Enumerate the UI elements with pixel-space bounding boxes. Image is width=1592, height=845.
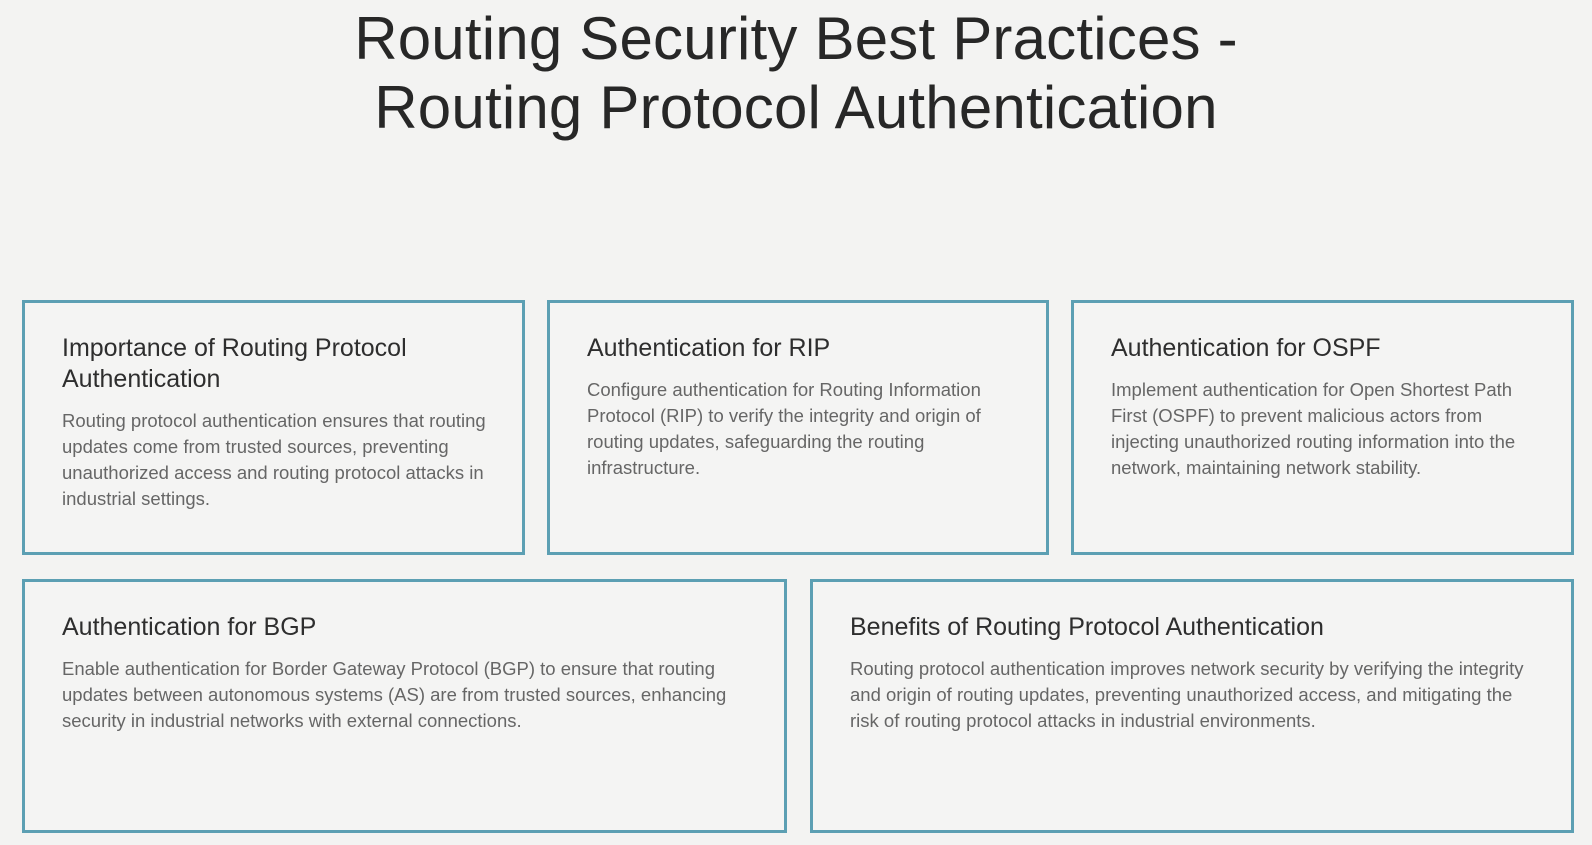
card-heading: Authentication for OSPF — [1111, 334, 1381, 362]
card-heading: Authentication for BGP — [62, 613, 317, 641]
card-body: Routing protocol authentication ensures … — [62, 410, 486, 509]
card-routing-auth-importance: Importance of Routing Protocol Authentic… — [22, 300, 525, 555]
card-rip-authentication: Authentication for RIP Configure authent… — [547, 300, 1049, 555]
card-body: Routing protocol authentication improves… — [850, 658, 1524, 731]
card-heading: Importance of Routing Protocol Authentic… — [62, 334, 407, 393]
card-heading: Authentication for RIP — [587, 334, 831, 362]
card-body: Enable authentication for Border Gateway… — [62, 658, 727, 731]
card-ospf-authentication: Authentication for OSPF Implement authen… — [1071, 300, 1574, 555]
card-body: Configure authentication for Routing Inf… — [587, 379, 981, 478]
slide-title: Routing Security Best Practices - Routin… — [0, 4, 1592, 142]
card-auth-benefits: Benefits of Routing Protocol Authenticat… — [810, 579, 1574, 833]
card-heading: Benefits of Routing Protocol Authenticat… — [850, 613, 1324, 641]
card-bgp-authentication: Authentication for BGP Enable authentica… — [22, 579, 787, 833]
card-body: Implement authentication for Open Shorte… — [1111, 379, 1516, 478]
slide-title-line-2: Routing Protocol Authentication — [374, 74, 1218, 141]
slide-title-line-1: Routing Security Best Practices - — [354, 5, 1238, 72]
